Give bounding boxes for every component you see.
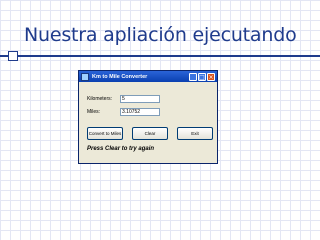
kilometers-label: Kilometers: [87, 96, 113, 102]
status-message: Press Clear to try again [87, 146, 155, 152]
window-titlebar[interactable]: Km to Mile Converter _ □ × [79, 71, 217, 82]
title-underline [0, 55, 320, 57]
window-title: Km to Mile Converter [92, 73, 148, 80]
converter-window: Km to Mile Converter _ □ × Kilometers: 5… [78, 70, 218, 164]
minimize-button[interactable]: _ [189, 72, 197, 81]
slide-title: Nuestra apliación ejecutando [24, 24, 297, 46]
exit-button[interactable]: Exit [177, 127, 213, 140]
miles-output: 3.10752 [120, 108, 160, 116]
title-rule-marker [8, 51, 18, 61]
maximize-button[interactable]: □ [198, 72, 206, 81]
close-button[interactable]: × [207, 72, 215, 81]
miles-label: Miles: [87, 109, 101, 115]
app-icon [81, 72, 89, 81]
kilometers-input[interactable]: 5 [120, 95, 160, 103]
clear-button[interactable]: Clear [132, 127, 168, 140]
convert-to-miles-button[interactable]: Convert to Miles [87, 127, 123, 140]
